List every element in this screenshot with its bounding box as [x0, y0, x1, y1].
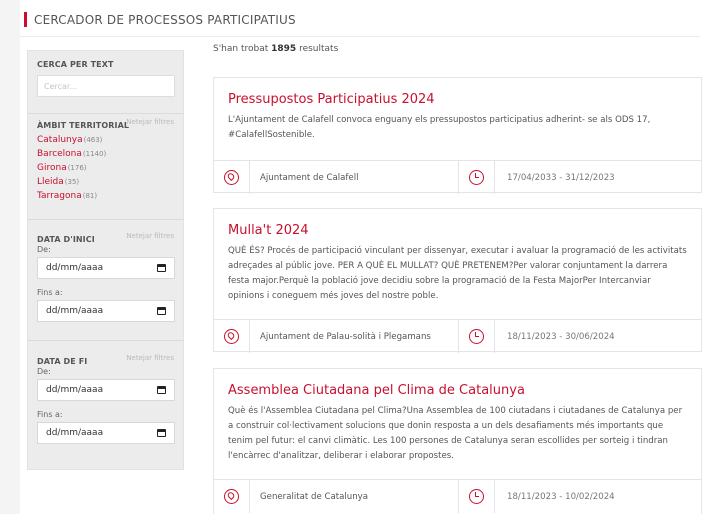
start-date-to-label: Fins a: [37, 288, 63, 297]
footer-separator [494, 480, 495, 513]
start-date-from-label: De: [37, 245, 51, 254]
end-date-from-input[interactable]: dd/mm/aaaa [37, 379, 175, 401]
results-prefix: S'han trobat [213, 44, 269, 54]
result-card[interactable]: Pressupostos Participatius 2024 L'Ajunta… [213, 77, 702, 194]
page: CERCADOR DE PROCESSOS PARTICIPATIUS CERC… [0, 0, 704, 514]
territory-item-tarragona[interactable]: Tarragona(81) [37, 189, 174, 203]
clock-icon [469, 170, 484, 185]
page-title: CERCADOR DE PROCESSOS PARTICIPATIUS [24, 12, 296, 27]
organization-name: Generalitat de Catalunya [260, 491, 369, 502]
sidebar-divider [28, 340, 183, 341]
date-placeholder: dd/mm/aaaa [46, 428, 104, 438]
result-title[interactable]: Pressupostos Participatius 2024 [228, 92, 435, 107]
result-organization: Generalitat de Catalunya [214, 480, 459, 513]
organization-name: Ajuntament de Palau-solità i Plegamans [260, 331, 431, 342]
date-placeholder: dd/mm/aaaa [46, 306, 104, 316]
territory-list: Catalunya(463) Barcelona(1140) Girona(17… [37, 133, 174, 203]
clock-icon [469, 489, 484, 504]
result-dates: 18/11/2023 - 30/06/2024 [459, 320, 701, 353]
footer-separator [249, 320, 250, 353]
territory-item-count: (81) [82, 192, 98, 200]
result-title[interactable]: Mulla't 2024 [228, 223, 309, 238]
result-card[interactable]: Assemblea Ciutadana pel Clima de Catalun… [213, 368, 702, 514]
title-accent-bar [24, 12, 27, 27]
result-dates: 18/11/2023 - 10/02/2024 [459, 480, 701, 513]
result-organization: Ajuntament de Palau-solità i Plegamans [214, 320, 459, 353]
result-footer: Ajuntament de Palau-solità i Plegamans 1… [214, 319, 701, 353]
date-range: 18/11/2023 - 30/06/2024 [507, 331, 615, 342]
page-title-text: CERCADOR DE PROCESSOS PARTICIPATIUS [34, 12, 296, 27]
results-suffix: resultats [299, 44, 339, 54]
start-date-from-input[interactable]: dd/mm/aaaa [37, 257, 175, 279]
territory-item-count: (35) [64, 178, 80, 186]
results-count: S'han trobat 1895 resultats [213, 44, 338, 54]
footer-separator [494, 161, 495, 194]
result-organization: Ajuntament de Calafell [214, 161, 459, 194]
calendar-icon[interactable] [157, 429, 166, 437]
result-title[interactable]: Assemblea Ciutadana pel Clima de Catalun… [228, 383, 525, 398]
result-description: L'Ajuntament de Calafell convoca enguany… [228, 115, 651, 140]
end-date-to-input[interactable]: dd/mm/aaaa [37, 422, 175, 444]
end-date-from-label: De: [37, 367, 51, 376]
territory-item-girona[interactable]: Girona(176) [37, 161, 174, 175]
result-footer: Generalitat de Catalunya 18/11/2023 - 10… [214, 479, 701, 513]
footer-separator [494, 320, 495, 353]
start-date-to-input[interactable]: dd/mm/aaaa [37, 300, 175, 322]
territory-item-label: Catalunya [37, 135, 83, 145]
territory-item-count: (176) [67, 164, 87, 172]
clock-icon [469, 329, 484, 344]
footer-separator [249, 161, 250, 194]
result-description: Què és l'Assemblea Ciutadana pel Clima?U… [228, 406, 683, 461]
date-range: 18/11/2023 - 10/02/2024 [507, 491, 615, 502]
search-filter: CERCA PER TEXT [37, 60, 175, 97]
date-range: 17/04/2033 - 31/12/2023 [507, 172, 615, 183]
title-divider [20, 36, 700, 37]
calendar-icon[interactable] [157, 307, 166, 315]
end-date-filter: DATA DE FI Netejar filtres De: dd/mm/aaa… [37, 354, 175, 444]
territory-item-barcelona[interactable]: Barcelona(1140) [37, 147, 174, 161]
footer-separator [249, 480, 250, 513]
date-placeholder: dd/mm/aaaa [46, 385, 104, 395]
results-number: 1895 [271, 44, 297, 54]
date-placeholder: dd/mm/aaaa [46, 263, 104, 273]
start-date-filter: DATA D'INICI Netejar filtres De: dd/mm/a… [37, 232, 175, 322]
result-description: QUÈ ÉS? Procés de participació vinculant… [228, 246, 687, 301]
territory-item-label: Girona [37, 163, 67, 173]
calendar-icon[interactable] [157, 264, 166, 272]
left-margin [0, 0, 20, 514]
location-pin-icon [224, 329, 239, 344]
territory-filter: ÀMBIT TERRITORIAL Netejar filtres Catalu… [37, 118, 174, 203]
territory-item-count: (463) [83, 136, 103, 144]
end-date-clear-link[interactable]: Netejar filtres [126, 354, 174, 362]
result-footer: Ajuntament de Calafell 17/04/2033 - 31/1… [214, 160, 701, 194]
filter-sidebar: CERCA PER TEXT ÀMBIT TERRITORIAL Netejar… [27, 50, 184, 470]
territory-item-label: Lleida [37, 177, 64, 187]
calendar-icon[interactable] [157, 386, 166, 394]
search-input[interactable] [37, 75, 175, 97]
sidebar-divider [28, 219, 183, 220]
territory-item-label: Barcelona [37, 149, 82, 159]
territory-item-lleida[interactable]: Lleida(35) [37, 175, 174, 189]
organization-name: Ajuntament de Calafell [260, 172, 359, 183]
end-date-to-label: Fins a: [37, 410, 63, 419]
territory-item-label: Tarragona [37, 191, 82, 201]
sidebar-divider [28, 113, 183, 114]
territory-item-catalunya[interactable]: Catalunya(463) [37, 133, 174, 147]
location-pin-icon [224, 170, 239, 185]
result-card[interactable]: Mulla't 2024 QUÈ ÉS? Procés de participa… [213, 208, 702, 353]
territory-clear-link[interactable]: Netejar filtres [126, 118, 174, 126]
result-dates: 17/04/2033 - 31/12/2023 [459, 161, 701, 194]
territory-item-count: (1140) [82, 150, 107, 158]
search-label: CERCA PER TEXT [37, 60, 114, 69]
location-pin-icon [224, 489, 239, 504]
start-date-clear-link[interactable]: Netejar filtres [126, 232, 174, 240]
